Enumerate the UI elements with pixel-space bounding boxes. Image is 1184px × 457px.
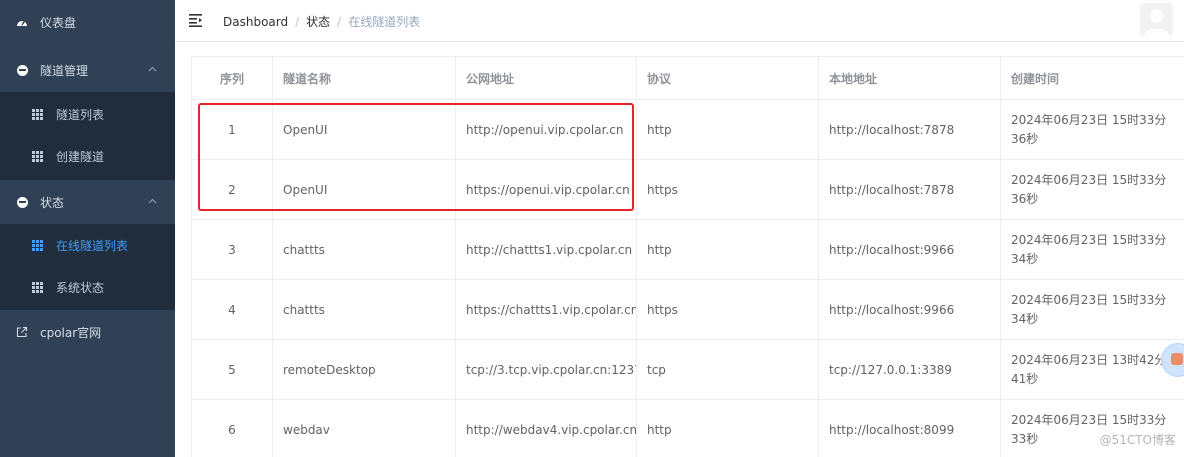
- cell-public-url[interactable]: tcp://3.tcp.vip.cpolar.cn:12378: [455, 339, 637, 400]
- cell-created-time: 2024年06月23日 13时42分41秒: [1000, 339, 1184, 400]
- column-header-index: 序列: [191, 56, 273, 100]
- grid-icon: [32, 281, 43, 293]
- breadcrumb-separator: /: [337, 15, 342, 29]
- cell-created-time: 2024年06月23日 15时33分36秒: [1000, 99, 1184, 160]
- breadcrumb: Dashboard / 状态 / 在线隧道列表: [223, 13, 420, 30]
- sidebar-item-status[interactable]: 状态: [0, 180, 175, 224]
- sidebar-item-tunnel-manage[interactable]: 隧道管理: [0, 48, 175, 92]
- table-header-row: 序列 隧道名称 公网地址 协议 本地地址 创建时间: [191, 56, 1184, 100]
- cell-protocol: http: [636, 219, 819, 280]
- cell-protocol: https: [636, 159, 819, 220]
- cell-public-url[interactable]: https://chattts1.vip.cpolar.cn: [455, 279, 637, 340]
- cell-local-address: http://localhost:9966: [818, 279, 1001, 340]
- table-row: 5 remoteDesktop tcp://3.tcp.vip.cpolar.c…: [191, 339, 1184, 400]
- sidebar-item-label: 状态: [40, 195, 65, 210]
- sidebar-item-label: 创建隧道: [56, 149, 105, 164]
- cell-name: OpenUI: [272, 99, 456, 160]
- cell-index: 3: [191, 219, 273, 280]
- user-avatar-icon: [1140, 3, 1173, 36]
- sidebar-item-cpolar-site[interactable]: cpolar官网: [0, 310, 175, 354]
- column-header-created-time: 创建时间: [1000, 56, 1184, 100]
- table-row: 4 chattts https://chattts1.vip.cpolar.cn…: [191, 279, 1184, 340]
- cell-created-time: 2024年06月23日 15时33分34秒: [1000, 219, 1184, 280]
- external-link-icon: [14, 326, 30, 338]
- navbar: Dashboard / 状态 / 在线隧道列表: [175, 0, 1184, 42]
- cell-created-time: 2024年06月23日 15时33分33秒: [1000, 399, 1184, 457]
- cell-protocol: http: [636, 399, 819, 457]
- cell-protocol: https: [636, 279, 819, 340]
- cell-name: chattts: [272, 279, 456, 340]
- breadcrumb-current: 在线隧道列表: [348, 15, 421, 29]
- column-header-name: 隧道名称: [272, 56, 456, 100]
- chevron-up-icon: [148, 197, 157, 207]
- sidebar-item-label: 在线隧道列表: [56, 238, 129, 253]
- table-row: 6 webdav http://webdav4.vip.cpolar.cn ht…: [191, 399, 1184, 457]
- sidebar-item-system-status[interactable]: 系统状态: [0, 267, 175, 307]
- cell-name: webdav: [272, 399, 456, 457]
- sidebar-item-dashboard[interactable]: 仪表盘: [0, 0, 175, 44]
- grid-icon: [32, 108, 43, 120]
- tunnel-table-container: 序列 隧道名称 公网地址 协议 本地地址 创建时间 1 OpenUI http:…: [191, 56, 1184, 457]
- breadcrumb-section: 状态: [306, 15, 331, 29]
- tunnel-table: 序列 隧道名称 公网地址 协议 本地地址 创建时间 1 OpenUI http:…: [191, 56, 1184, 457]
- app-root: 仪表盘 隧道管理 隧道列表 创建隧道 状态 在线隧道列表 系统状态 cpolar…: [0, 0, 1184, 457]
- cell-index: 5: [191, 339, 273, 400]
- cell-index: 4: [191, 279, 273, 340]
- cell-protocol: http: [636, 99, 819, 160]
- minus-circle-icon: [14, 64, 30, 76]
- column-header-public-url: 公网地址: [455, 56, 637, 100]
- breadcrumb-separator: /: [295, 15, 300, 29]
- sidebar-item-label: cpolar官网: [40, 325, 102, 340]
- table-row: 2 OpenUI https://openui.vip.cpolar.cn ht…: [191, 159, 1184, 220]
- table-row: 3 chattts http://chattts1.vip.cpolar.cn …: [191, 219, 1184, 280]
- sidebar-item-online-tunnels[interactable]: 在线隧道列表: [0, 225, 175, 265]
- cell-index: 6: [191, 399, 273, 457]
- cell-public-url[interactable]: http://chattts1.vip.cpolar.cn: [455, 219, 637, 280]
- cell-public-url[interactable]: http://webdav4.vip.cpolar.cn: [455, 399, 637, 457]
- cell-public-url[interactable]: https://openui.vip.cpolar.cn: [455, 159, 637, 220]
- table-row: 1 OpenUI http://openui.vip.cpolar.cn htt…: [191, 99, 1184, 160]
- cell-local-address: http://localhost:9966: [818, 219, 1001, 280]
- sidebar-item-label: 系统状态: [56, 280, 105, 295]
- grid-icon: [32, 239, 43, 251]
- cell-local-address: http://localhost:7878: [818, 159, 1001, 220]
- column-header-protocol: 协议: [636, 56, 819, 100]
- hamburger-icon[interactable]: [189, 13, 203, 27]
- chevron-up-icon: [148, 65, 157, 75]
- cell-name: OpenUI: [272, 159, 456, 220]
- avatar[interactable]: [1140, 3, 1173, 36]
- cell-index: 2: [191, 159, 273, 220]
- sidebar: 仪表盘 隧道管理 隧道列表 创建隧道 状态 在线隧道列表 系统状态 cpolar…: [0, 0, 175, 457]
- cell-protocol: tcp: [636, 339, 819, 400]
- sidebar-item-label: 隧道列表: [56, 107, 105, 122]
- cell-local-address: http://localhost:7878: [818, 99, 1001, 160]
- cell-name: chattts: [272, 219, 456, 280]
- sidebar-item-tunnel-list[interactable]: 隧道列表: [0, 94, 175, 134]
- sidebar-item-label: 隧道管理: [40, 63, 89, 78]
- cell-created-time: 2024年06月23日 15时33分34秒: [1000, 279, 1184, 340]
- column-header-local-address: 本地地址: [818, 56, 1001, 100]
- cell-local-address: http://localhost:8099: [818, 399, 1001, 457]
- cell-name: remoteDesktop: [272, 339, 456, 400]
- minus-circle-icon: [14, 196, 30, 208]
- dashboard-icon: [14, 17, 30, 27]
- cell-local-address: tcp://127.0.0.1:3389: [818, 339, 1001, 400]
- breadcrumb-home[interactable]: Dashboard: [223, 15, 288, 29]
- sidebar-item-label: 仪表盘: [40, 15, 77, 30]
- cell-created-time: 2024年06月23日 15时33分36秒: [1000, 159, 1184, 220]
- grid-icon: [32, 150, 43, 162]
- sidebar-item-create-tunnel[interactable]: 创建隧道: [0, 136, 175, 176]
- watermark: @51CTO博客: [1099, 433, 1176, 447]
- cell-index: 1: [191, 99, 273, 160]
- cell-public-url[interactable]: http://openui.vip.cpolar.cn: [455, 99, 637, 160]
